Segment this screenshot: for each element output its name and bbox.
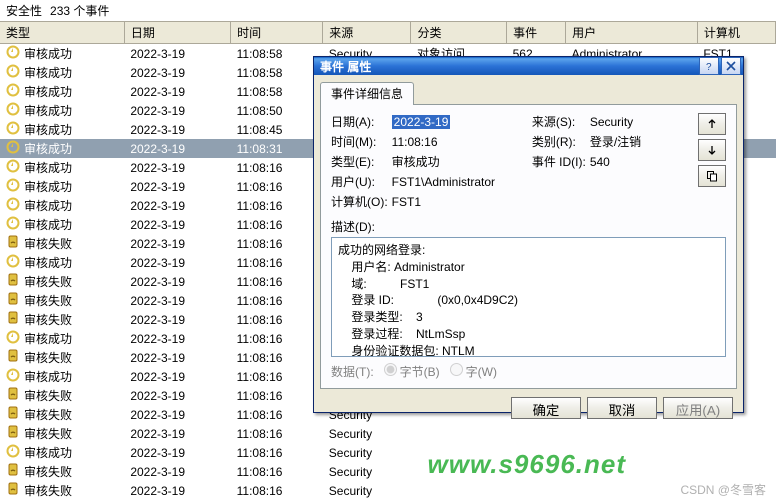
type-label: 审核成功 [24,444,72,461]
type-label: 审核成功 [24,83,72,100]
ok-button[interactable]: 确定 [511,397,581,419]
event-count: 233 个事件 [50,2,109,19]
dialog-titlebar[interactable]: 事件 属性 ? [314,57,743,75]
tab-strip: 事件详细信息 [314,75,743,104]
type-label: 审核成功 [24,368,72,385]
value-date: 2022-3-19 [392,115,451,129]
apply-button[interactable]: 应用(A) [663,397,733,419]
lock-failure-icon [6,482,20,499]
dialog-title: 事件 属性 [320,58,697,75]
type-label: 审核失败 [24,235,72,252]
type-label: 审核失败 [24,387,72,404]
help-button[interactable]: ? [699,57,719,75]
type-label: 审核成功 [24,178,72,195]
label-time: 时间(M): [331,133,388,150]
table-row[interactable]: 审核成功2022-3-1911:08:16Security [0,443,776,462]
value-computer: FST1 [392,195,726,209]
key-success-icon [6,330,20,347]
column-header[interactable]: 用户 [566,22,698,44]
type-label: 审核成功 [24,330,72,347]
key-success-icon [6,216,20,233]
key-success-icon [6,444,20,461]
key-success-icon [6,64,20,81]
cancel-button[interactable]: 取消 [587,397,657,419]
type-label: 审核失败 [24,273,72,290]
table-row[interactable]: 审核失败2022-3-1911:08:16Security [0,462,776,481]
type-label: 审核成功 [24,159,72,176]
column-header[interactable]: 分类 [411,22,507,44]
type-label: 审核成功 [24,45,72,62]
label-computer: 计算机(O): [331,193,388,210]
close-button[interactable] [721,57,741,75]
key-success-icon [6,254,20,271]
column-header[interactable]: 事件 [507,22,566,44]
label-category: 类别(R): [532,133,586,150]
key-success-icon [6,368,20,385]
prev-event-button[interactable] [698,113,726,135]
column-header[interactable]: 来源 [323,22,411,44]
value-time: 11:08:16 [392,135,528,149]
column-header[interactable]: 日期 [124,22,230,44]
column-header[interactable]: 时间 [231,22,323,44]
label-eventid: 事件 ID(I): [532,153,586,170]
type-label: 审核失败 [24,482,72,499]
label-source: 来源(S): [532,113,586,130]
label-type: 类型(E): [331,153,388,170]
type-label: 审核成功 [24,197,72,214]
panel-title: 安全性 [6,2,42,19]
type-label: 审核成功 [24,216,72,233]
lock-failure-icon [6,406,20,423]
column-header[interactable]: 类型 [0,22,124,44]
lock-failure-icon [6,463,20,480]
type-label: 审核成功 [24,121,72,138]
panel-header: 安全性 233 个事件 [0,0,776,22]
lock-failure-icon [6,387,20,404]
key-success-icon [6,140,20,157]
data-format-row: 数据(T): 字节(B) 字(W) [331,363,726,380]
type-label: 审核失败 [24,349,72,366]
key-success-icon [6,178,20,195]
key-success-icon [6,159,20,176]
radio-bytes[interactable]: 字节(B) [384,363,440,380]
type-label: 审核失败 [24,463,72,480]
value-user: FST1\Administrator [392,175,726,189]
type-label: 审核失败 [24,292,72,309]
key-success-icon [6,197,20,214]
type-label: 审核成功 [24,64,72,81]
label-description: 描述(D): [331,218,726,235]
type-label: 审核成功 [24,102,72,119]
tab-panel: 日期(A): 2022-3-19 来源(S): Security 时间(M): … [320,104,737,389]
lock-failure-icon [6,349,20,366]
lock-failure-icon [6,273,20,290]
lock-failure-icon [6,292,20,309]
key-success-icon [6,121,20,138]
type-label: 审核失败 [24,425,72,442]
type-label: 审核失败 [24,311,72,328]
type-label: 审核失败 [24,406,72,423]
table-row[interactable]: 审核失败2022-3-1911:08:16Security [0,481,776,500]
next-event-button[interactable] [698,139,726,161]
csdn-watermark: CSDN @冬雪客 [680,481,766,498]
value-type: 审核成功 [392,153,528,170]
key-success-icon [6,45,20,62]
copy-button[interactable] [698,165,726,187]
description-text[interactable]: 成功的网络登录: 用户名: Administrator 域: FST1 登录 I… [331,237,726,357]
key-success-icon [6,83,20,100]
dialog-button-row: 确定 取消 应用(A) [314,389,743,427]
svg-text:?: ? [706,62,712,71]
key-success-icon [6,102,20,119]
radio-words[interactable]: 字(W) [450,363,497,380]
lock-failure-icon [6,311,20,328]
label-data: 数据(T): [331,363,374,380]
event-properties-dialog: 事件 属性 ? 事件详细信息 日期(A): 2022-3-19 来源(S): S… [313,56,744,413]
label-date: 日期(A): [331,113,388,130]
label-user: 用户(U): [331,173,388,190]
type-label: 审核成功 [24,140,72,157]
column-header[interactable]: 计算机 [697,22,775,44]
type-label: 审核成功 [24,254,72,271]
lock-failure-icon [6,425,20,442]
lock-failure-icon [6,235,20,252]
tab-event-detail[interactable]: 事件详细信息 [320,82,414,105]
